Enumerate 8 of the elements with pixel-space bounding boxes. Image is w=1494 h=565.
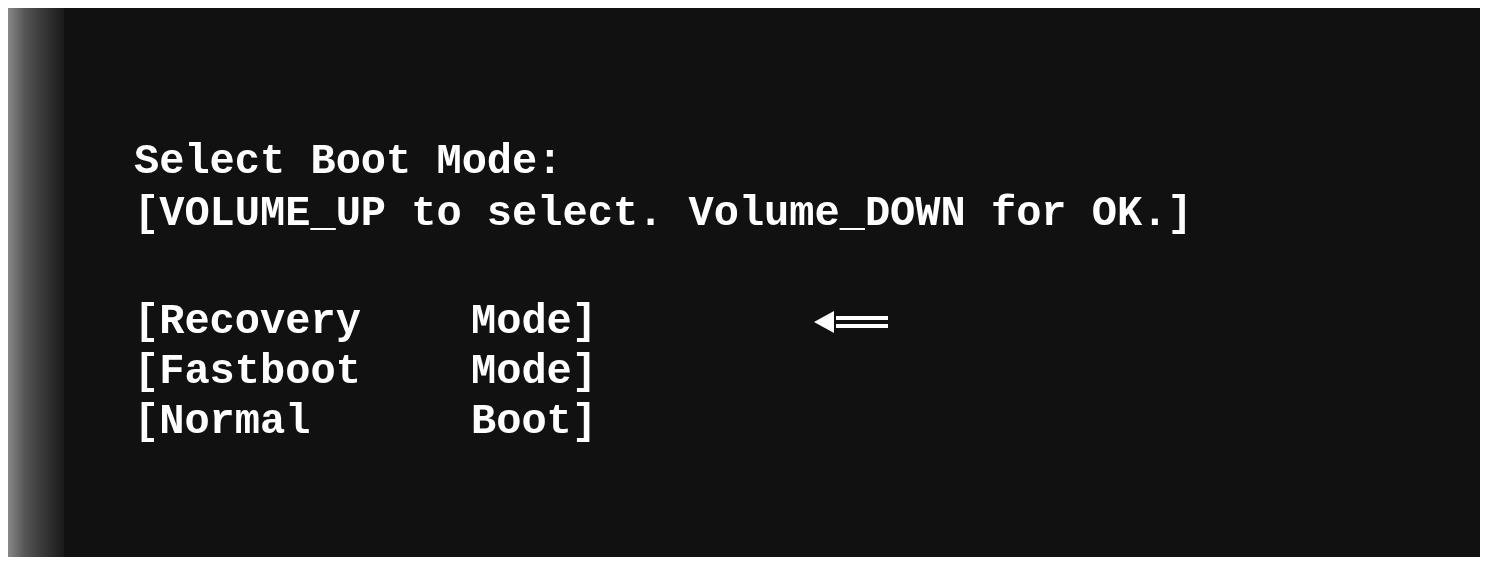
menu-option-label[interactable]: [Normal [134, 397, 471, 447]
menu-option-mode[interactable]: Boot] [471, 397, 814, 447]
menu-option-mode[interactable]: Mode] [471, 347, 814, 397]
menu-option-label[interactable]: [Fastboot [134, 347, 471, 397]
menu-option-mode[interactable]: Mode] [471, 297, 814, 347]
instructions-text: [VOLUME_UP to select. Volume_DOWN for OK.] [134, 189, 1194, 240]
menu-option-label[interactable]: [Recovery [134, 297, 471, 347]
screen-title: Select Boot Mode: [134, 137, 564, 188]
